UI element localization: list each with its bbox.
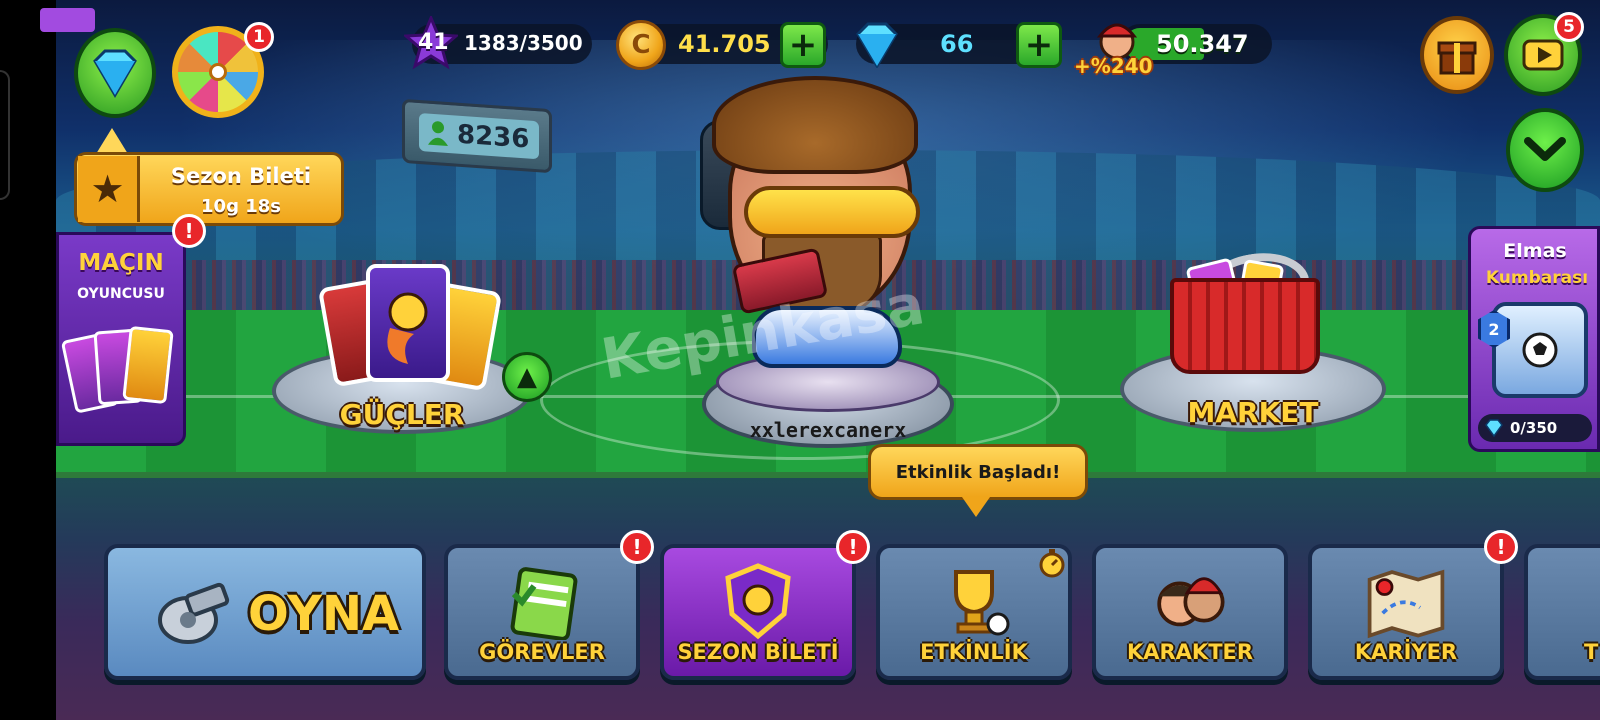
gem-bank-box-icon <box>1492 302 1588 398</box>
coin-icon: C <box>616 20 666 70</box>
career-label: KARİYER <box>1354 640 1458 664</box>
whistle-icon <box>158 582 230 644</box>
gem-bank-title: Elmas <box>1503 240 1567 262</box>
player-of-match-title: MAÇIN <box>78 250 164 276</box>
cards-icon <box>60 325 176 426</box>
tooltip-tail <box>962 497 990 517</box>
upgrade-arrow-icon: ▲ <box>502 352 552 402</box>
market-label: MARKET <box>1187 396 1319 429</box>
characters-icon <box>1148 564 1232 640</box>
character-button[interactable]: KARAKTER <box>1092 544 1288 680</box>
screen-bezel <box>0 0 56 720</box>
season-pass-pointer <box>96 128 128 154</box>
gift-button[interactable] <box>1420 16 1494 94</box>
person-icon <box>428 121 448 146</box>
coin-balance: 41.705 <box>678 30 771 58</box>
partial-menu-button[interactable]: T <box>1524 544 1600 680</box>
season-pass-label: SEZON BİLETİ <box>677 640 839 664</box>
fan-bonus: +%240 <box>1074 54 1153 78</box>
gem-bank-subtitle: Kumbarası <box>1485 268 1589 288</box>
player-level: 41 <box>418 30 449 55</box>
power-card-icon <box>366 264 450 382</box>
player-of-match-alert: ! <box>172 214 206 248</box>
career-button[interactable]: KARİYER <box>1308 544 1504 680</box>
add-coins-button[interactable]: + <box>780 22 826 68</box>
video-play-icon <box>1522 39 1564 71</box>
gem-bank-progress-text: 0/350 <box>1510 419 1558 437</box>
tasks-button[interactable]: GÖREVLER <box>444 544 640 680</box>
bezel-notch <box>0 70 10 200</box>
character-goggles <box>744 186 920 238</box>
gem-shop-button[interactable] <box>74 28 156 118</box>
event-label: ETKİNLİK <box>920 640 1028 664</box>
gift-icon <box>1437 41 1477 75</box>
character-label: KARAKTER <box>1126 640 1254 664</box>
powers-label: GÜÇLER <box>339 398 465 431</box>
map-icon <box>1364 564 1448 640</box>
season-pass-title: Sezon Bileti <box>170 164 312 188</box>
tasks-label: GÖREVLER <box>479 640 605 664</box>
season-pass-timer: 10g 18s <box>201 196 281 217</box>
stopwatch-icon <box>1038 548 1066 578</box>
partial-menu-label: T <box>1584 640 1599 664</box>
shopping-basket-icon <box>1170 278 1320 374</box>
expand-menu-button[interactable] <box>1506 108 1584 192</box>
player-of-match-subtitle: OYUNCUSU <box>77 286 165 302</box>
star-icon: ★ <box>78 156 140 222</box>
wheel-notification-badge: 1 <box>244 22 274 52</box>
character-hair <box>712 76 918 174</box>
chevron-down-icon <box>1524 137 1566 161</box>
season-pass-tab[interactable]: SEZON BİLETİ <box>660 544 856 680</box>
xp-value: 1383/3500 <box>464 31 583 55</box>
play-label: OYNA <box>248 586 400 642</box>
career-alert: ! <box>1484 530 1518 564</box>
trophy-icon <box>932 564 1016 640</box>
diamond-icon <box>850 22 904 69</box>
gem-balance: 66 <box>940 30 974 58</box>
clipboard-icon <box>500 564 584 640</box>
online-players-count: 8236 <box>457 119 530 155</box>
play-button[interactable]: OYNA <box>104 544 426 680</box>
wheel-hub <box>209 63 227 81</box>
diamond-icon <box>93 49 137 98</box>
add-gems-button[interactable]: + <box>1016 22 1062 68</box>
online-players-board: 8236 <box>402 98 552 174</box>
season-pass-alert: ! <box>836 530 870 564</box>
tasks-alert: ! <box>620 530 654 564</box>
gem-bank-progress: 0/350 <box>1478 414 1592 442</box>
xp-progress-fill <box>40 8 95 32</box>
player-name: xxlerexcanerx <box>749 418 907 442</box>
trophy-shield-icon <box>716 563 800 640</box>
event-started-tooltip: Etkinlik Başladı! <box>868 444 1088 500</box>
diamond-icon <box>1485 419 1503 437</box>
game-main-menu: 1 ★ Sezon Bileti 10g 18s 8236 41 1383/35… <box>0 0 1600 720</box>
fan-count: 50.347 <box>1156 30 1249 58</box>
video-notification-badge: 5 <box>1554 12 1584 42</box>
